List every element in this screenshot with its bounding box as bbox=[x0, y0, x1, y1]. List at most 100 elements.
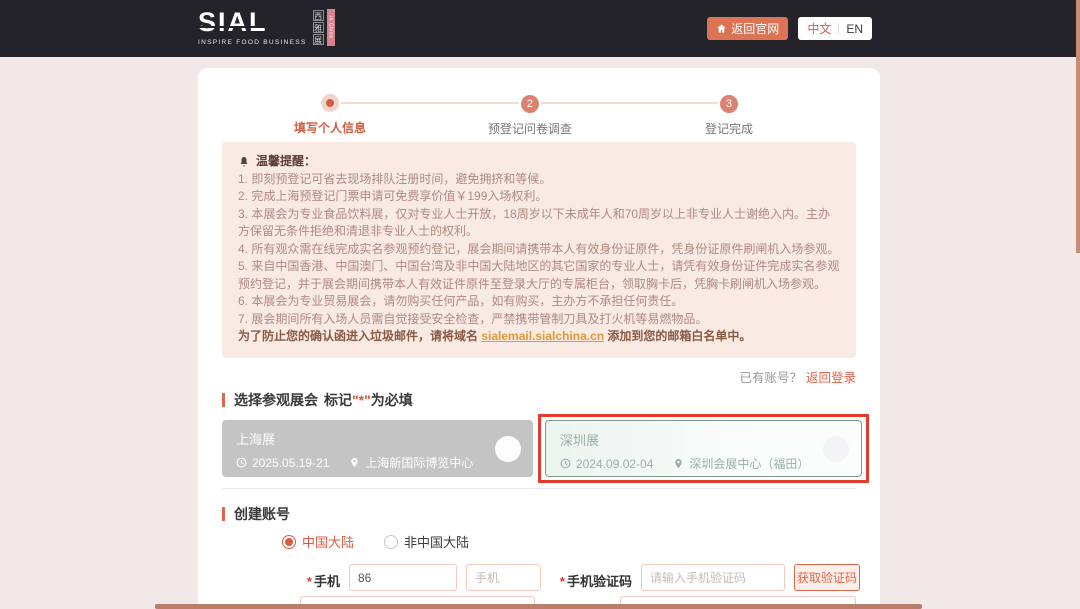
back-to-official-site-button[interactable]: 返回官网 bbox=[707, 17, 788, 40]
required-star: * bbox=[560, 574, 565, 589]
section-account-title: 创建账号 bbox=[234, 504, 290, 524]
login-hint: 已有账号？ 返回登录 bbox=[739, 367, 856, 386]
radio-selected-icon bbox=[282, 535, 296, 549]
notice-line: 5. 来自中国香港、中国澳门、中国台湾及非中国大陆地区的其它国家的专业人士，请凭… bbox=[238, 258, 840, 293]
radio-mainland-china[interactable]: 中国大陆 bbox=[282, 532, 354, 551]
bell-icon bbox=[238, 156, 250, 168]
section-create-account: 创建账号 bbox=[222, 504, 290, 524]
logo-cn-char: 西 bbox=[313, 10, 324, 21]
notice-line: 3. 本展会为专业食品饮料展，仅对专业人士开放，18周岁以下未成年人和70周岁以… bbox=[238, 206, 840, 241]
vertical-scrollbar-thumb[interactable] bbox=[1076, 0, 1080, 253]
exhibition-card-shanghai[interactable]: 上海展 2025.05.19-21 上海新国际博览中心 bbox=[222, 420, 533, 477]
exhibition-date: 2025.05.19-21 bbox=[252, 456, 329, 470]
section-divider bbox=[222, 488, 856, 489]
exhibition-meta: 2025.05.19-21 上海新国际博览中心 bbox=[236, 454, 519, 471]
mark-star: "*" bbox=[352, 392, 371, 408]
get-sms-code-button[interactable]: 获取验证码 bbox=[794, 564, 860, 591]
radio-non-mainland-label: 非中国大陆 bbox=[404, 532, 469, 551]
notice-line: 2. 完成上海预登记门票申请可免费享价值￥199入场权利。 bbox=[238, 188, 840, 206]
step-2-label: 预登记问卷调查 bbox=[488, 120, 572, 137]
step-1-inner-dot bbox=[326, 99, 334, 107]
notice-line: 7. 展会期间所有入场人员需自觉接受安全检查，严禁携带管制刀具及打火机等易燃物品… bbox=[238, 311, 840, 329]
sial-logo[interactable]: SIAL INSPIRE FOOD BUSINESS 西 雅 展 in Chin… bbox=[198, 9, 335, 46]
notice-box: 温馨提醒： 1. 即刻预登记可省去现场排队注册时间，避免拥挤和等候。 2. 完成… bbox=[222, 142, 856, 358]
notice-footer: 为了防止您的确认函进入垃圾邮件，请将域名 sialemail.sialchina… bbox=[238, 328, 840, 346]
exhibition-radio-shenzhen[interactable] bbox=[823, 436, 849, 462]
logo-cn-char: 展 bbox=[313, 34, 324, 45]
logo-tagline: INSPIRE FOOD BUSINESS bbox=[198, 39, 307, 46]
screen: SIAL INSPIRE FOOD BUSINESS 西 雅 展 in Chin… bbox=[0, 0, 1080, 609]
have-account-text: 已有账号？ bbox=[739, 371, 802, 385]
notice-title: 温馨提醒： bbox=[256, 153, 316, 171]
exhibition-date: 2024.09.02-04 bbox=[576, 457, 653, 471]
clock-icon bbox=[560, 458, 571, 469]
step-1-label: 填写个人信息 bbox=[294, 119, 366, 136]
step-complete: 3 登记完成 bbox=[705, 94, 753, 137]
lang-divider bbox=[838, 23, 839, 34]
exhibition-venue: 深圳会展中心（福田） bbox=[689, 455, 809, 472]
exhibition-date-item: 2024.09.02-04 bbox=[560, 457, 653, 471]
exhibition-venue-item: 深圳会展中心（福田） bbox=[673, 455, 809, 472]
step-2-number-circle: 2 bbox=[521, 95, 539, 113]
sms-label-text: 手机验证码 bbox=[567, 574, 632, 589]
location-pin-icon bbox=[349, 457, 360, 468]
home-icon bbox=[716, 23, 727, 34]
step-questionnaire: 2 预登记问卷调查 bbox=[488, 94, 572, 137]
sms-code-input[interactable] bbox=[641, 564, 785, 591]
lang-option-zh[interactable]: 中文 bbox=[807, 20, 831, 37]
header: SIAL INSPIRE FOOD BUSINESS 西 雅 展 in Chin… bbox=[0, 0, 1080, 57]
exhibition-date-item: 2025.05.19-21 bbox=[236, 456, 329, 470]
phone-label: *手机 bbox=[302, 571, 340, 590]
clock-icon bbox=[236, 457, 247, 468]
radio-unselected-icon bbox=[384, 535, 398, 549]
step-3-label: 登记完成 bbox=[705, 120, 753, 137]
lang-option-en[interactable]: EN bbox=[846, 22, 863, 36]
step-3-number-circle: 3 bbox=[720, 95, 738, 113]
back-to-login-link[interactable]: 返回登录 bbox=[806, 371, 856, 385]
exhibition-card-shenzhen[interactable]: 深圳展 2024.09.02-04 深圳会展中心（福田） bbox=[545, 420, 862, 477]
step-fill-personal-info: 填写个人信息 bbox=[294, 94, 366, 136]
section-accent-bar bbox=[222, 507, 225, 521]
step-1-active-dot bbox=[321, 94, 339, 112]
horizontal-scrollbar-thumb[interactable] bbox=[155, 604, 922, 609]
sms-code-label: *手机验证码 bbox=[548, 571, 632, 590]
section-select-title: 选择参观展会 bbox=[234, 390, 318, 410]
exhibition-venue: 上海新国际博览中心 bbox=[365, 454, 473, 471]
back-button-label: 返回官网 bbox=[731, 20, 779, 37]
section-select-exhibition: 选择参观展会 标记"*"为必填 bbox=[222, 390, 413, 410]
header-actions: 返回官网 中文 EN bbox=[707, 17, 872, 40]
location-pin-icon bbox=[673, 458, 684, 469]
logo-text: SIAL INSPIRE FOOD BUSINESS bbox=[198, 9, 307, 46]
radio-non-mainland-china[interactable]: 非中国大陆 bbox=[384, 532, 469, 551]
whitelist-domain-link[interactable]: sialemail.sialchina.cn bbox=[481, 329, 604, 343]
phone-label-text: 手机 bbox=[314, 574, 340, 589]
radio-mainland-label: 中国大陆 bbox=[302, 532, 354, 551]
notice-line: 4. 所有观众需在线完成实名参观预约登记，展会期间请携带本人有效身份证原件，凭身… bbox=[238, 241, 840, 259]
region-radio-group: 中国大陆 非中国大陆 bbox=[282, 532, 469, 551]
logo-brand: SIAL bbox=[198, 9, 268, 36]
required-mark-note: 标记"*"为必填 bbox=[324, 390, 413, 410]
exhibition-radio-shanghai[interactable] bbox=[495, 436, 521, 462]
notice-footer-suffix: 添加到您的邮箱白名单中。 bbox=[604, 329, 751, 343]
logo-cn-char: 雅 bbox=[313, 22, 324, 33]
logo-cn-characters: 西 雅 展 bbox=[313, 10, 324, 45]
notice-title-row: 温馨提醒： bbox=[238, 153, 840, 171]
country-code-input[interactable] bbox=[349, 564, 457, 591]
logo-in-china-strip: in China bbox=[327, 9, 335, 46]
notice-line: 1. 即刻预登记可省去现场排队注册时间，避免拥挤和等候。 bbox=[238, 171, 840, 189]
exhibition-name: 深圳展 bbox=[560, 430, 847, 449]
mark-prefix: 标记 bbox=[324, 392, 352, 408]
mark-suffix: 为必填 bbox=[371, 392, 413, 408]
exhibition-name: 上海展 bbox=[236, 429, 519, 448]
notice-footer-prefix: 为了防止您的确认函进入垃圾邮件，请将域名 bbox=[238, 329, 481, 343]
stepper: 填写个人信息 2 预登记问卷调查 3 登记完成 bbox=[198, 94, 880, 146]
phone-number-input[interactable] bbox=[466, 564, 541, 591]
exhibition-meta: 2024.09.02-04 深圳会展中心（福田） bbox=[560, 455, 847, 472]
phone-form-row: *手机 *手机验证码 获取验证码 bbox=[198, 564, 880, 592]
required-star: * bbox=[307, 574, 312, 589]
registration-card: 填写个人信息 2 预登记问卷调查 3 登记完成 温馨提醒： 1. 即刻预登记可省… bbox=[198, 68, 880, 609]
exhibition-venue-item: 上海新国际博览中心 bbox=[349, 454, 473, 471]
notice-line: 6. 本展会为专业贸易展会，请勿购买任何产品，如有购买，主办方不承担任何责任。 bbox=[238, 293, 840, 311]
section-accent-bar bbox=[222, 393, 225, 407]
language-switcher: 中文 EN bbox=[798, 17, 872, 40]
